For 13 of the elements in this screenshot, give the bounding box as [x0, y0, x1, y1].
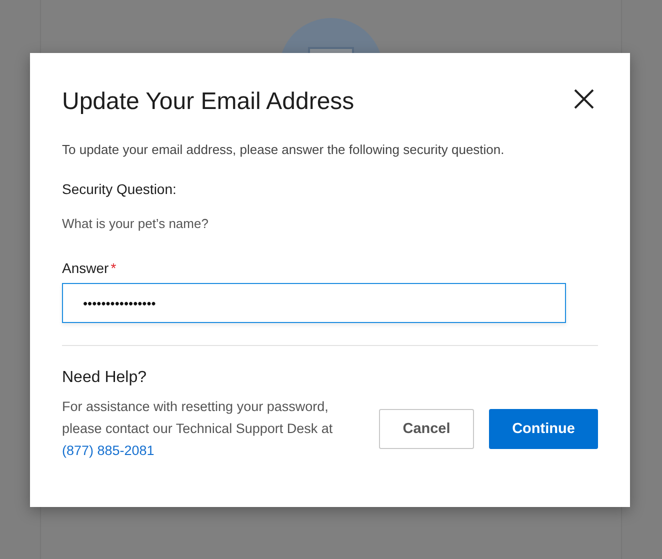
question-label: Security Question:: [62, 180, 178, 198]
continue-button[interactable]: Continue: [489, 409, 598, 449]
help-title: Need Help?: [62, 368, 148, 388]
answer-label: Answer: [62, 259, 109, 277]
close-button[interactable]: [572, 87, 596, 111]
phone-link[interactable]: (877) 885-2081: [62, 443, 154, 458]
cancel-button[interactable]: Cancel: [379, 409, 474, 449]
intro-text: To update your email address, please answer the following security question.: [62, 141, 506, 159]
question-text: What is your pet’s name?: [62, 215, 210, 233]
dialog-title: Update Your Email Address: [62, 87, 354, 117]
help-text: For assistance with resetting your password, please contact our Technical Support Desk at (877) 885-2081: [62, 398, 334, 460]
answer-field[interactable]: ••••••••••••••••: [62, 283, 566, 323]
required-mark: *: [110, 259, 116, 277]
